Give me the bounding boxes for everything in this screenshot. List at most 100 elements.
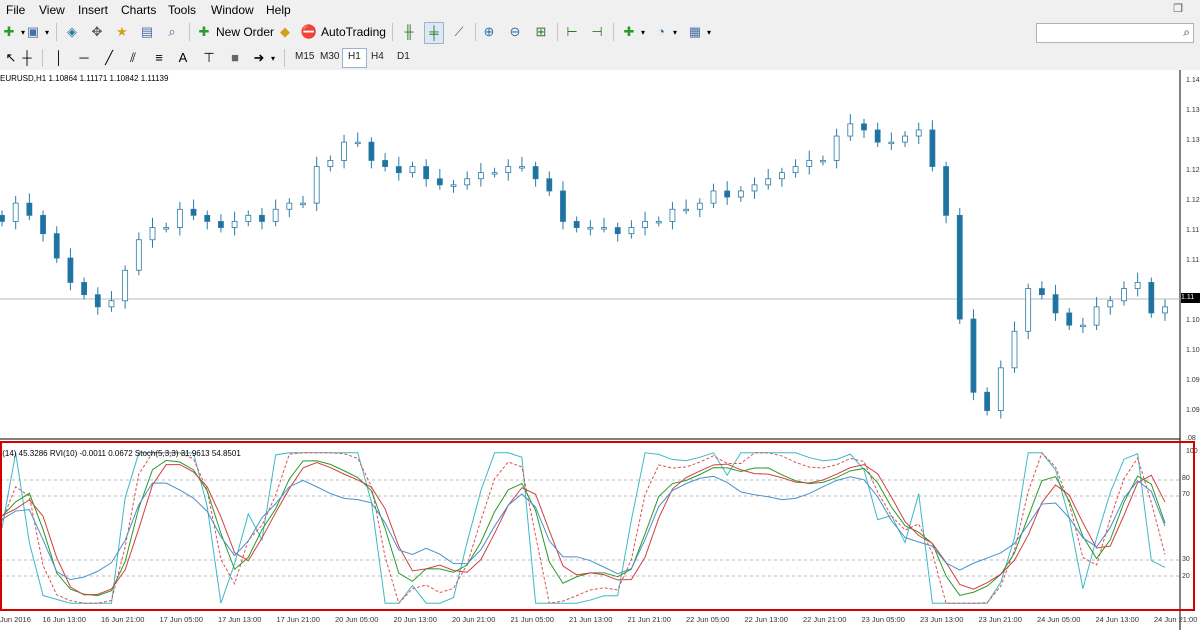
candle bbox=[614, 227, 621, 235]
candle bbox=[1093, 306, 1100, 326]
profiles-button[interactable]: ▣ ▾ bbox=[24, 22, 49, 42]
strategy-tester-button[interactable]: ⌕ bbox=[163, 22, 181, 42]
menu-help[interactable]: Help bbox=[266, 3, 291, 17]
candle bbox=[259, 214, 265, 222]
candle bbox=[12, 202, 19, 222]
trendline-button[interactable]: ╱ bbox=[100, 48, 118, 68]
candlestick-chart-button[interactable]: ╪ bbox=[424, 22, 444, 44]
menu-file[interactable]: File bbox=[6, 3, 25, 17]
meta-editor-button[interactable]: ◆ bbox=[276, 22, 294, 42]
separator bbox=[557, 23, 558, 41]
separator bbox=[392, 23, 393, 41]
candle bbox=[53, 233, 60, 259]
zoom-out-button[interactable]: ⊖ bbox=[506, 22, 524, 42]
vertical-line-button[interactable]: │ bbox=[50, 48, 68, 68]
fibonacci-button[interactable]: ≡ bbox=[150, 48, 168, 68]
shapes-button[interactable]: ■ bbox=[226, 48, 244, 68]
candle bbox=[778, 172, 785, 180]
candle bbox=[450, 184, 457, 187]
price-tick: 1.11 bbox=[1186, 257, 1200, 264]
time-tick: 24 Jun 05:00 bbox=[1037, 615, 1081, 624]
crosshair-icon: ✥ bbox=[91, 24, 103, 39]
menu-window[interactable]: Window bbox=[211, 3, 254, 17]
candle bbox=[300, 202, 306, 206]
candle bbox=[683, 208, 690, 212]
candle bbox=[943, 166, 949, 216]
autotrading-button[interactable]: ⛔ AutoTrading bbox=[300, 22, 386, 42]
arrows-button[interactable]: ➜ ▾ bbox=[250, 48, 275, 68]
bar-chart-button[interactable]: ╫ bbox=[400, 22, 418, 42]
timeframe-h1[interactable]: H1 bbox=[342, 48, 367, 68]
terminal-button[interactable]: ▤ bbox=[138, 22, 156, 42]
time-tick: Jun 2016 bbox=[0, 615, 31, 624]
menu-insert[interactable]: Insert bbox=[78, 3, 108, 17]
timeframe-m30[interactable]: M30 bbox=[315, 48, 344, 66]
horizontal-line-button[interactable]: ─ bbox=[75, 48, 93, 68]
text-label-icon: ⊤ bbox=[203, 50, 215, 65]
separator bbox=[42, 49, 43, 67]
indicators-button[interactable]: ✚ ▾ bbox=[620, 22, 645, 42]
candlestick-icon: ╪ bbox=[429, 25, 439, 40]
time-tick: 23 Jun 05:00 bbox=[861, 615, 905, 624]
candle bbox=[26, 202, 33, 216]
text-button[interactable]: A bbox=[174, 48, 192, 68]
menu-view[interactable]: View bbox=[39, 3, 65, 17]
menu-charts[interactable]: Charts bbox=[121, 3, 156, 17]
auto-scroll-icon: ⊢ bbox=[566, 24, 578, 39]
text-label-button[interactable]: ⊤ bbox=[200, 48, 218, 68]
candle bbox=[149, 227, 156, 241]
tile-icon: ⊞ bbox=[535, 24, 547, 39]
candle bbox=[997, 367, 1004, 411]
new-order-label: New Order bbox=[216, 25, 275, 39]
candle bbox=[108, 300, 115, 308]
time-tick: 20 Jun 05:00 bbox=[335, 615, 379, 624]
time-tick: 23 Jun 13:00 bbox=[920, 615, 964, 624]
autotrading-label: AutoTrading bbox=[321, 25, 386, 39]
timeframe-h4[interactable]: H4 bbox=[366, 48, 389, 66]
candle bbox=[327, 160, 334, 167]
new-order-button[interactable]: ✚ New Order bbox=[195, 22, 274, 42]
time-tick: 16 Jun 13:00 bbox=[42, 615, 86, 624]
time-tick: 21 Jun 13:00 bbox=[569, 615, 613, 624]
candle bbox=[1148, 282, 1155, 314]
indicator-highlight-box bbox=[0, 441, 1195, 611]
auto-scroll-button[interactable]: ⊢ bbox=[563, 22, 581, 42]
zoom-in-button[interactable]: ⊕ bbox=[480, 22, 498, 42]
diamond-icon: ◆ bbox=[280, 24, 290, 39]
price-tick: 1.09 bbox=[1186, 377, 1200, 384]
tile-windows-button[interactable]: ⊞ bbox=[532, 22, 550, 42]
candle bbox=[751, 184, 758, 192]
candle bbox=[765, 178, 772, 186]
candle bbox=[792, 166, 799, 174]
line-chart-button[interactable]: ⟋ bbox=[450, 22, 468, 42]
candle bbox=[601, 227, 607, 230]
market-watch-button[interactable]: ◈ bbox=[63, 22, 81, 42]
candle bbox=[382, 160, 389, 167]
chart-window[interactable]: EURUSD,H1 1.10864 1.11171 1.10842 1.1113… bbox=[0, 70, 1200, 630]
separator bbox=[56, 23, 57, 41]
candle bbox=[902, 135, 908, 143]
menu-bar: File View Insert Charts Tools Window Hel… bbox=[0, 0, 1200, 19]
equidistant-channel-button[interactable]: ⫽ bbox=[124, 48, 142, 68]
new-chart-button[interactable]: ✚ ▾ bbox=[0, 22, 25, 42]
search-input[interactable]: ⌕ bbox=[1036, 23, 1194, 43]
search-icon[interactable]: ⌕ bbox=[1183, 25, 1190, 40]
templates-button[interactable]: ▦ ▾ bbox=[686, 22, 711, 42]
chart-shift-button[interactable]: ⊣ bbox=[588, 22, 606, 42]
crosshair-button[interactable]: ┼ bbox=[18, 48, 36, 68]
magnifier-doc-icon: ⌕ bbox=[168, 24, 176, 39]
time-tick: 22 Jun 13:00 bbox=[744, 615, 788, 624]
time-tick: 21 Jun 05:00 bbox=[510, 615, 554, 624]
navigator-button[interactable]: ★ bbox=[113, 22, 131, 42]
horizontal-line-icon: ─ bbox=[79, 50, 89, 65]
candle bbox=[847, 123, 854, 137]
candle bbox=[861, 123, 867, 131]
candle bbox=[573, 221, 580, 228]
periods-button[interactable]: ◔ ▾ bbox=[652, 22, 677, 42]
candle bbox=[696, 202, 703, 210]
data-window-button[interactable]: ✥ bbox=[88, 22, 106, 42]
timeframe-d1[interactable]: D1 bbox=[392, 48, 415, 66]
menu-tools[interactable]: Tools bbox=[168, 3, 196, 17]
restore-window-icon[interactable]: ❐ bbox=[1170, 2, 1186, 16]
autotrading-icon: ⛔ bbox=[300, 24, 318, 39]
